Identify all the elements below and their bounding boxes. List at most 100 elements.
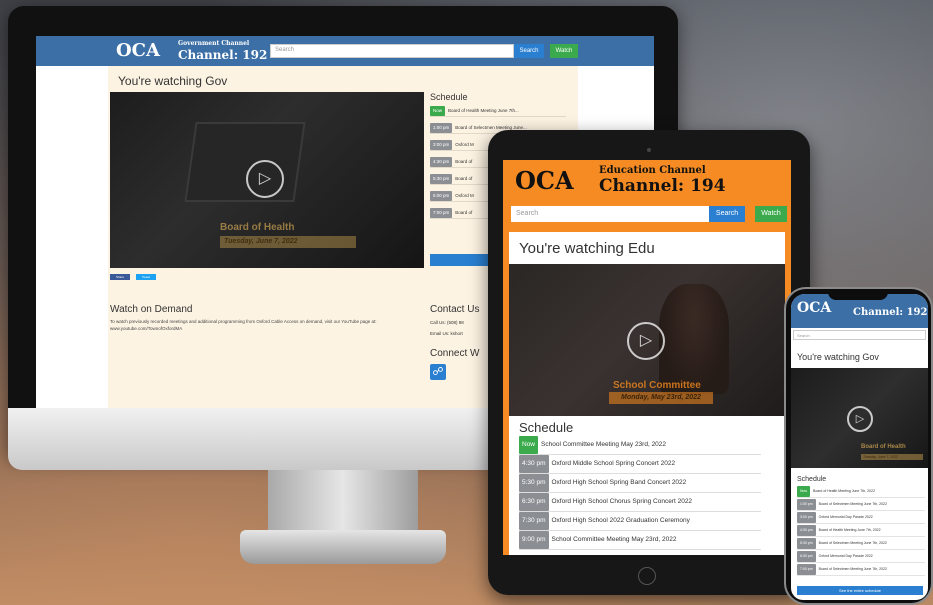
schedule-row[interactable]: Now Board of Health Meeting June 7th... [430, 106, 566, 117]
play-icon[interactable]: ▷ [627, 322, 665, 360]
schedule-badge: 5:30 pm [519, 474, 549, 492]
video-subject [659, 284, 729, 394]
schedule-title: Schedule [430, 92, 468, 102]
schedule-row[interactable]: 7:30 pm Oxford High School 2022 Graduatio… [519, 512, 761, 531]
schedule-badge: 6:30 pm [797, 551, 816, 562]
schedule-item-text: Board of [455, 210, 473, 215]
schedule-item-text: School Committee Meeting May 23rd, 2022 [541, 441, 667, 448]
search-button[interactable]: Search [514, 44, 544, 58]
schedule-badge: 5:30 pm [430, 174, 453, 184]
tablet-camera [647, 148, 651, 152]
connect-title: Connect W [430, 348, 480, 359]
schedule-row[interactable]: 4:30 pm Board of Health Meeting June 7th,… [797, 525, 925, 537]
contact-phone: Call Us: (508) 98 [430, 320, 464, 325]
schedule-item-text: Board of Selectmen Meeting June 7th, 202… [818, 567, 887, 571]
tablet-screen: OCA Education Channel Channel: 194 Searc… [503, 160, 791, 555]
schedule-row[interactable]: 6:30 pm Oxford High School Chorus Spring … [519, 493, 761, 512]
video-player[interactable]: ▷ School Committee Monday, May 23rd, 202… [509, 264, 785, 416]
tablet-content: You're watching Edu ▷ School Committee M… [509, 232, 785, 555]
watch-on-demand-text: To watch previously recorded meetings an… [110, 319, 377, 331]
schedule-title: Schedule [797, 476, 827, 483]
play-icon[interactable]: ▷ [847, 406, 873, 432]
search-input[interactable]: Search [511, 206, 709, 222]
oca-logo[interactable]: OCA [515, 166, 574, 195]
schedule-badge: 6:00 pm [430, 191, 453, 201]
schedule-badge: 7:00 pm [797, 564, 816, 575]
search-input[interactable]: Search [270, 44, 514, 58]
schedule-badge: Now [797, 486, 811, 497]
schedule-item-text: Board of Health Meeting June 7th, 2022 [813, 489, 875, 493]
watch-on-demand-title: Watch on Demand [110, 304, 193, 315]
watch-button[interactable]: Watch [755, 206, 787, 222]
schedule-item-text: Oxford M [455, 142, 474, 147]
schedule-row[interactable]: Now Board of Health Meeting June 7th, 202… [797, 486, 925, 498]
tablet-home-button [638, 567, 656, 585]
video-overlay-title: Board of Health [220, 222, 295, 233]
video-frame [184, 122, 306, 202]
schedule-row[interactable]: 3:00 pm Oxford Memorial Day Parade 2022 [797, 512, 925, 524]
video-overlay-date: Tuesday, June 7, 2022 [861, 454, 923, 460]
schedule-item-text: Board of Health Meeting June 7th... [448, 108, 519, 113]
schedule-badge: 7:30 pm [519, 512, 549, 530]
page-title: You're watching Gov [797, 352, 879, 362]
channel-number: Channel: 192 [853, 307, 928, 318]
schedule-item-text: Board of Selectmen Meeting June 7th, 202… [818, 541, 887, 545]
phone-notch [828, 290, 888, 300]
search-input[interactable]: Search [793, 330, 926, 340]
schedule-row[interactable]: 1:00 pm Board of Selectmen Meeting June 7… [797, 499, 925, 511]
contact-title: Contact Us [430, 304, 480, 315]
schedule-badge: 1:00 pm [430, 123, 453, 133]
desktop-header: OCA Government Channel Channel: 192 Sear… [36, 36, 654, 66]
schedule-badge: 4:30 pm [519, 455, 549, 473]
schedule-badge: 5:30 pm [797, 538, 816, 549]
schedule-row[interactable]: 5:30 pm Oxford High School Spring Band Co… [519, 474, 761, 493]
video-player[interactable]: ▷ Board of Health Tuesday, June 7, 2022 [110, 92, 424, 268]
schedule-item-text: Board of Health Meeting June 7th, 2022 [818, 528, 881, 532]
schedule-badge: 6:30 pm [519, 493, 549, 511]
video-player[interactable]: ▷ [791, 368, 928, 468]
full-schedule-button[interactable]: See the entire schedule [797, 586, 923, 595]
schedule-badge: Now [519, 436, 539, 454]
oca-logo[interactable]: OCA [116, 40, 160, 61]
watch-button[interactable]: Watch [550, 44, 578, 58]
channel-subtitle: Education Channel [599, 165, 706, 176]
schedule-badge: 7:00 pm [430, 208, 453, 218]
page-title: You're watching Edu [519, 240, 655, 257]
schedule-title: Schedule [519, 420, 574, 435]
schedule-item-text: Board of [455, 159, 473, 164]
schedule-item-text: Oxford High School Chorus Spring Concert… [551, 498, 693, 505]
schedule-row[interactable]: 5:30 pm Board of Selectmen Meeting June 7… [797, 538, 925, 550]
schedule-badge: 9:00 pm [519, 531, 549, 549]
schedule-item-text: Oxford Memorial Day Parade 2022 [818, 515, 873, 519]
contact-email[interactable]: Email Us: kshort [430, 331, 463, 336]
schedule-badge: 3:00 pm [797, 512, 816, 523]
schedule-row[interactable]: Now School Committee Meeting May 23rd, 20… [519, 436, 761, 455]
schedule-row[interactable]: 6:30 pm Oxford Memorial Day Parade 2022 [797, 551, 925, 563]
schedule-item-text: Oxford Middle School Spring Concert 2022 [551, 460, 676, 467]
schedule-item-text: School Committee Meeting May 23rd, 2022 [551, 536, 677, 543]
video-overlay-date: Tuesday, June 7, 2022 [220, 236, 356, 248]
video-overlay-title: School Committee [613, 380, 701, 391]
schedule-badge: Now [430, 106, 446, 116]
schedule-item-text: Board of Selectmen Meeting June 7th, 202… [818, 502, 887, 506]
video-overlay-date: Monday, May 23rd, 2022 [609, 392, 713, 404]
schedule-badge: 4:30 pm [797, 525, 816, 536]
play-icon[interactable]: ▷ [246, 160, 284, 198]
channel-number: Channel: 194 [599, 176, 726, 196]
channel-number: Channel: 192 [178, 48, 268, 62]
schedule-item-text: Oxford M [455, 193, 474, 198]
schedule-row[interactable]: 7:00 pm Board of Selectmen Meeting June 7… [797, 564, 925, 576]
facebook-share-button[interactable]: Share [110, 274, 130, 280]
video-overlay-title: Board of Health [861, 444, 906, 450]
oca-logo[interactable]: OCA [797, 300, 831, 316]
twitter-tweet-button[interactable]: Tweet [136, 274, 156, 280]
search-button[interactable]: Search [709, 206, 745, 222]
schedule-row[interactable]: 4:30 pm Oxford Middle School Spring Conce… [519, 455, 761, 474]
schedule-badge: 4:30 pm [430, 157, 453, 167]
web-icon[interactable]: ☍ [430, 364, 446, 380]
channel-subtitle: Government Channel [178, 40, 250, 47]
monitor-stand-neck [268, 470, 418, 538]
schedule-row[interactable]: 9:00 pm School Committee Meeting May 23rd… [519, 531, 761, 550]
schedule-item-text: Oxford Memorial Day Parade 2022 [818, 554, 873, 558]
schedule-item-text: Oxford High School Spring Band Concert 2… [551, 479, 687, 486]
